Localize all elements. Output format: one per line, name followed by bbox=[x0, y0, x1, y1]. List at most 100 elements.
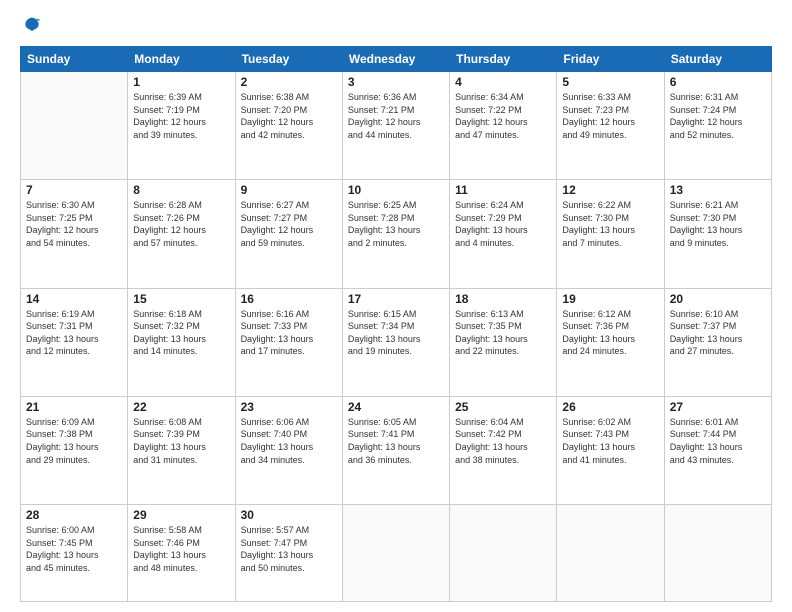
calendar-cell: 30 Sunrise: 5:57 AM Sunset: 7:47 PM Dayli… bbox=[235, 505, 342, 602]
weekday-header-tuesday: Tuesday bbox=[235, 47, 342, 72]
calendar-cell: 25 Sunrise: 6:04 AM Sunset: 7:42 PM Dayli… bbox=[450, 396, 557, 504]
day-number: 29 bbox=[133, 508, 229, 522]
day-number: 2 bbox=[241, 75, 337, 89]
page: SundayMondayTuesdayWednesdayThursdayFrid… bbox=[0, 0, 792, 612]
calendar-cell: 19 Sunrise: 6:12 AM Sunset: 7:36 PM Dayli… bbox=[557, 288, 664, 396]
calendar-cell: 8 Sunrise: 6:28 AM Sunset: 7:26 PM Daylig… bbox=[128, 180, 235, 288]
day-number: 26 bbox=[562, 400, 658, 414]
day-number: 5 bbox=[562, 75, 658, 89]
day-number: 30 bbox=[241, 508, 337, 522]
calendar-cell bbox=[21, 72, 128, 180]
day-number: 1 bbox=[133, 75, 229, 89]
weekday-header-sunday: Sunday bbox=[21, 47, 128, 72]
calendar-cell: 26 Sunrise: 6:02 AM Sunset: 7:43 PM Dayli… bbox=[557, 396, 664, 504]
day-info: Sunrise: 6:02 AM Sunset: 7:43 PM Dayligh… bbox=[562, 416, 658, 466]
day-info: Sunrise: 6:22 AM Sunset: 7:30 PM Dayligh… bbox=[562, 199, 658, 249]
day-number: 13 bbox=[670, 183, 766, 197]
day-info: Sunrise: 6:15 AM Sunset: 7:34 PM Dayligh… bbox=[348, 308, 444, 358]
day-number: 19 bbox=[562, 292, 658, 306]
day-info: Sunrise: 6:34 AM Sunset: 7:22 PM Dayligh… bbox=[455, 91, 551, 141]
weekday-header-friday: Friday bbox=[557, 47, 664, 72]
calendar-cell: 29 Sunrise: 5:58 AM Sunset: 7:46 PM Dayli… bbox=[128, 505, 235, 602]
calendar-cell: 16 Sunrise: 6:16 AM Sunset: 7:33 PM Dayli… bbox=[235, 288, 342, 396]
weekday-header-monday: Monday bbox=[128, 47, 235, 72]
calendar-cell: 15 Sunrise: 6:18 AM Sunset: 7:32 PM Dayli… bbox=[128, 288, 235, 396]
day-info: Sunrise: 6:19 AM Sunset: 7:31 PM Dayligh… bbox=[26, 308, 122, 358]
calendar-cell bbox=[557, 505, 664, 602]
calendar-cell: 24Sunrise: 6:05 AM Sunset: 7:41 PM Dayli… bbox=[342, 396, 449, 504]
weekday-header-row: SundayMondayTuesdayWednesdayThursdayFrid… bbox=[21, 47, 772, 72]
logo-bird-icon bbox=[22, 16, 42, 36]
day-number: 12 bbox=[562, 183, 658, 197]
day-info: Sunrise: 6:21 AM Sunset: 7:30 PM Dayligh… bbox=[670, 199, 766, 249]
day-number: 27 bbox=[670, 400, 766, 414]
calendar-cell: 23 Sunrise: 6:06 AM Sunset: 7:40 PM Dayli… bbox=[235, 396, 342, 504]
calendar-cell bbox=[342, 505, 449, 602]
calendar-cell: 2 Sunrise: 6:38 AM Sunset: 7:20 PM Daylig… bbox=[235, 72, 342, 180]
day-number: 8 bbox=[133, 183, 229, 197]
day-info: Sunrise: 5:58 AM Sunset: 7:46 PM Dayligh… bbox=[133, 524, 229, 574]
day-info: Sunrise: 6:27 AM Sunset: 7:27 PM Dayligh… bbox=[241, 199, 337, 249]
calendar-cell: 10 Sunrise: 6:25 AM Sunset: 7:28 PM Dayli… bbox=[342, 180, 449, 288]
weekday-header-saturday: Saturday bbox=[664, 47, 771, 72]
calendar-cell: 20Sunrise: 6:10 AM Sunset: 7:37 PM Dayli… bbox=[664, 288, 771, 396]
day-info: Sunrise: 6:33 AM Sunset: 7:23 PM Dayligh… bbox=[562, 91, 658, 141]
day-number: 7 bbox=[26, 183, 122, 197]
day-number: 9 bbox=[241, 183, 337, 197]
weekday-header-wednesday: Wednesday bbox=[342, 47, 449, 72]
day-number: 15 bbox=[133, 292, 229, 306]
day-info: Sunrise: 6:13 AM Sunset: 7:35 PM Dayligh… bbox=[455, 308, 551, 358]
day-number: 3 bbox=[348, 75, 444, 89]
calendar-cell: 7 Sunrise: 6:30 AM Sunset: 7:25 PM Daylig… bbox=[21, 180, 128, 288]
weekday-header-thursday: Thursday bbox=[450, 47, 557, 72]
day-info: Sunrise: 6:39 AM Sunset: 7:19 PM Dayligh… bbox=[133, 91, 229, 141]
calendar-cell: 28 Sunrise: 6:00 AM Sunset: 7:45 PM Dayli… bbox=[21, 505, 128, 602]
logo bbox=[20, 16, 42, 36]
day-info: Sunrise: 6:00 AM Sunset: 7:45 PM Dayligh… bbox=[26, 524, 122, 574]
day-info: Sunrise: 6:04 AM Sunset: 7:42 PM Dayligh… bbox=[455, 416, 551, 466]
calendar-cell: 22 Sunrise: 6:08 AM Sunset: 7:39 PM Dayli… bbox=[128, 396, 235, 504]
day-info: Sunrise: 6:36 AM Sunset: 7:21 PM Dayligh… bbox=[348, 91, 444, 141]
day-info: Sunrise: 6:08 AM Sunset: 7:39 PM Dayligh… bbox=[133, 416, 229, 466]
day-info: Sunrise: 6:06 AM Sunset: 7:40 PM Dayligh… bbox=[241, 416, 337, 466]
day-info: Sunrise: 6:16 AM Sunset: 7:33 PM Dayligh… bbox=[241, 308, 337, 358]
day-info: Sunrise: 6:25 AM Sunset: 7:28 PM Dayligh… bbox=[348, 199, 444, 249]
calendar-cell: 1 Sunrise: 6:39 AM Sunset: 7:19 PM Daylig… bbox=[128, 72, 235, 180]
day-number: 20 bbox=[670, 292, 766, 306]
day-info: Sunrise: 6:12 AM Sunset: 7:36 PM Dayligh… bbox=[562, 308, 658, 358]
day-number: 4 bbox=[455, 75, 551, 89]
week-row-2: 7 Sunrise: 6:30 AM Sunset: 7:25 PM Daylig… bbox=[21, 180, 772, 288]
day-number: 28 bbox=[26, 508, 122, 522]
day-info: Sunrise: 5:57 AM Sunset: 7:47 PM Dayligh… bbox=[241, 524, 337, 574]
calendar-cell: 4 Sunrise: 6:34 AM Sunset: 7:22 PM Daylig… bbox=[450, 72, 557, 180]
day-number: 16 bbox=[241, 292, 337, 306]
day-number: 25 bbox=[455, 400, 551, 414]
day-number: 23 bbox=[241, 400, 337, 414]
day-info: Sunrise: 6:30 AM Sunset: 7:25 PM Dayligh… bbox=[26, 199, 122, 249]
calendar-cell: 21 Sunrise: 6:09 AM Sunset: 7:38 PM Dayli… bbox=[21, 396, 128, 504]
day-number: 14 bbox=[26, 292, 122, 306]
day-number: 22 bbox=[133, 400, 229, 414]
calendar-cell: 12 Sunrise: 6:22 AM Sunset: 7:30 PM Dayli… bbox=[557, 180, 664, 288]
day-info: Sunrise: 6:28 AM Sunset: 7:26 PM Dayligh… bbox=[133, 199, 229, 249]
day-number: 24 bbox=[348, 400, 444, 414]
calendar-cell: 13 Sunrise: 6:21 AM Sunset: 7:30 PM Dayli… bbox=[664, 180, 771, 288]
day-info: Sunrise: 6:31 AM Sunset: 7:24 PM Dayligh… bbox=[670, 91, 766, 141]
week-row-3: 14 Sunrise: 6:19 AM Sunset: 7:31 PM Dayli… bbox=[21, 288, 772, 396]
day-info: Sunrise: 6:38 AM Sunset: 7:20 PM Dayligh… bbox=[241, 91, 337, 141]
calendar-cell: 9 Sunrise: 6:27 AM Sunset: 7:27 PM Daylig… bbox=[235, 180, 342, 288]
day-info: Sunrise: 6:09 AM Sunset: 7:38 PM Dayligh… bbox=[26, 416, 122, 466]
day-info: Sunrise: 6:18 AM Sunset: 7:32 PM Dayligh… bbox=[133, 308, 229, 358]
calendar-cell: 11Sunrise: 6:24 AM Sunset: 7:29 PM Dayli… bbox=[450, 180, 557, 288]
header bbox=[20, 16, 772, 36]
week-row-4: 21 Sunrise: 6:09 AM Sunset: 7:38 PM Dayli… bbox=[21, 396, 772, 504]
day-number: 10 bbox=[348, 183, 444, 197]
calendar-cell: 3 Sunrise: 6:36 AM Sunset: 7:21 PM Daylig… bbox=[342, 72, 449, 180]
week-row-5: 28 Sunrise: 6:00 AM Sunset: 7:45 PM Dayli… bbox=[21, 505, 772, 602]
calendar-cell bbox=[450, 505, 557, 602]
calendar-cell: 17Sunrise: 6:15 AM Sunset: 7:34 PM Dayli… bbox=[342, 288, 449, 396]
day-number: 6 bbox=[670, 75, 766, 89]
day-number: 21 bbox=[26, 400, 122, 414]
calendar-cell: 5 Sunrise: 6:33 AM Sunset: 7:23 PM Daylig… bbox=[557, 72, 664, 180]
week-row-1: 1 Sunrise: 6:39 AM Sunset: 7:19 PM Daylig… bbox=[21, 72, 772, 180]
